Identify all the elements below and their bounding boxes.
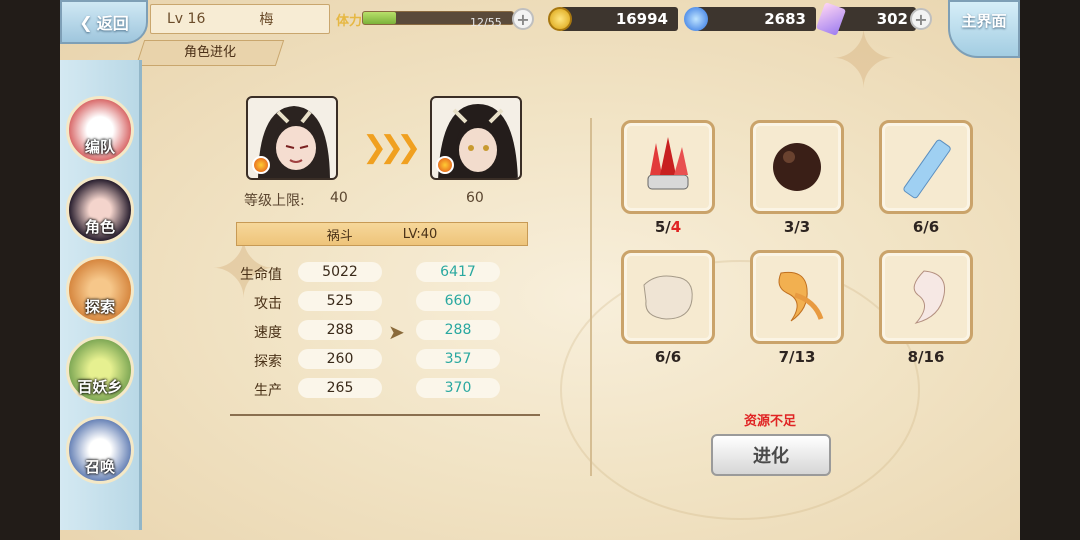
sidebar-item-explore[interactable]: 探索 [66,256,134,324]
stat-label: 生命值 [240,267,282,283]
material-slot[interactable] [750,120,844,214]
stamina-label: 体力 [336,14,363,29]
stamina-fill [363,12,396,24]
material-slot[interactable] [621,250,715,344]
sidebar-item-label: 编队 [84,138,115,156]
material-slot[interactable] [621,120,715,214]
sidebar-item-label: 百妖乡 [77,378,123,396]
gold-value: 16994 [615,10,668,28]
sidebar-item-team[interactable]: 编队 [66,96,134,164]
character-level: LV:40 [402,226,438,242]
orange-feather-icon [778,271,824,322]
blue-crystal-icon [903,139,951,199]
fire-element-icon [252,156,270,174]
sidebar-item-label: 召唤 [84,458,115,476]
material-slot[interactable] [879,120,973,214]
dark-orb-icon [773,143,821,191]
stat-old-value: 260 [298,349,382,369]
stat-label: 生产 [254,383,282,399]
bg-star: ✦ [830,13,898,106]
sidebar-item-village[interactable]: 百妖乡 [66,336,134,404]
red-crystal-icon [647,137,689,190]
player-level: Lv 16 [167,11,206,27]
sidebar-item-label: 探索 [84,298,115,316]
material-slot[interactable] [879,250,973,344]
character-banner: 祸斗 LV:40 [236,222,528,246]
sidebar-item-character[interactable]: 角色 [66,176,134,244]
fire-element-icon [436,156,454,174]
evolve-arrow-icon: ❯❯❯ [362,130,421,165]
material-count: 6/6 [654,348,682,366]
sidebar-item-summon[interactable]: 召唤 [66,416,134,484]
sidebar-item-label: 角色 [84,218,115,236]
stat-old-value: 525 [298,291,382,311]
stat-arrow-icon: ➤ [388,320,405,344]
stat-new-value: 660 [416,291,500,311]
home-label: 主界面 [961,12,1007,30]
evolve-label: 进化 [753,446,789,467]
level-cap-label: 等级上限: [244,193,305,209]
bg-swirl [560,260,920,520]
stat-new-value: 370 [416,378,500,398]
add-crystal-button[interactable]: + [910,8,932,30]
gold-coin-icon [548,7,572,31]
page-title-text: 角色进化 [183,45,236,60]
crystal-value: 302 [876,10,908,28]
stat-new-value: 288 [416,320,500,340]
character-portrait-before [246,96,338,180]
home-button[interactable]: 主界面 [948,0,1020,58]
page-title: 角色进化 [135,40,285,66]
player-info: Lv 16 梅 [150,4,330,34]
level-cap-new: 60 [466,190,484,206]
evolve-button[interactable]: 进化 [711,434,831,476]
material-count: 6/6 [912,218,940,236]
player-name: 梅 [259,12,274,28]
material-count: 3/3 [783,218,811,236]
divider [590,118,592,476]
back-button[interactable]: ❮ 返回 [60,0,148,44]
stat-old-value: 265 [298,378,382,398]
insufficient-resources-warning: 资源不足 [743,414,796,429]
right-frame [1020,0,1080,540]
stat-old-value: 5022 [298,262,382,282]
parchment-background: ✦ ✦ [60,0,1020,540]
divider [230,414,540,416]
blue-flame-icon [684,7,708,31]
soul-counter: 2683 [696,7,816,31]
material-slot[interactable] [750,250,844,344]
stat-new-value: 357 [416,349,500,369]
back-arrow-icon: ❮ [79,12,93,32]
material-count: 7/13 [778,348,816,366]
stat-label: 攻击 [254,296,282,312]
soul-value: 2683 [764,10,806,28]
back-label: 返回 [96,14,129,33]
add-stamina-button[interactable]: + [512,8,534,30]
stat-new-value: 6417 [416,262,500,282]
gold-counter: 16994 [560,7,678,31]
stat-old-value: 288 [298,320,382,340]
level-cap-old: 40 [330,190,348,206]
character-name: 祸斗 [326,228,353,244]
stat-label: 探索 [254,354,282,370]
material-count: 5/4 [654,218,682,236]
white-feather-icon [913,270,946,324]
material-count: 8/16 [907,348,945,366]
stat-label: 速度 [254,325,282,341]
fur-pelt-icon [643,275,693,320]
stamina-value: 12/55 [470,16,502,29]
character-portrait-after [430,96,522,180]
